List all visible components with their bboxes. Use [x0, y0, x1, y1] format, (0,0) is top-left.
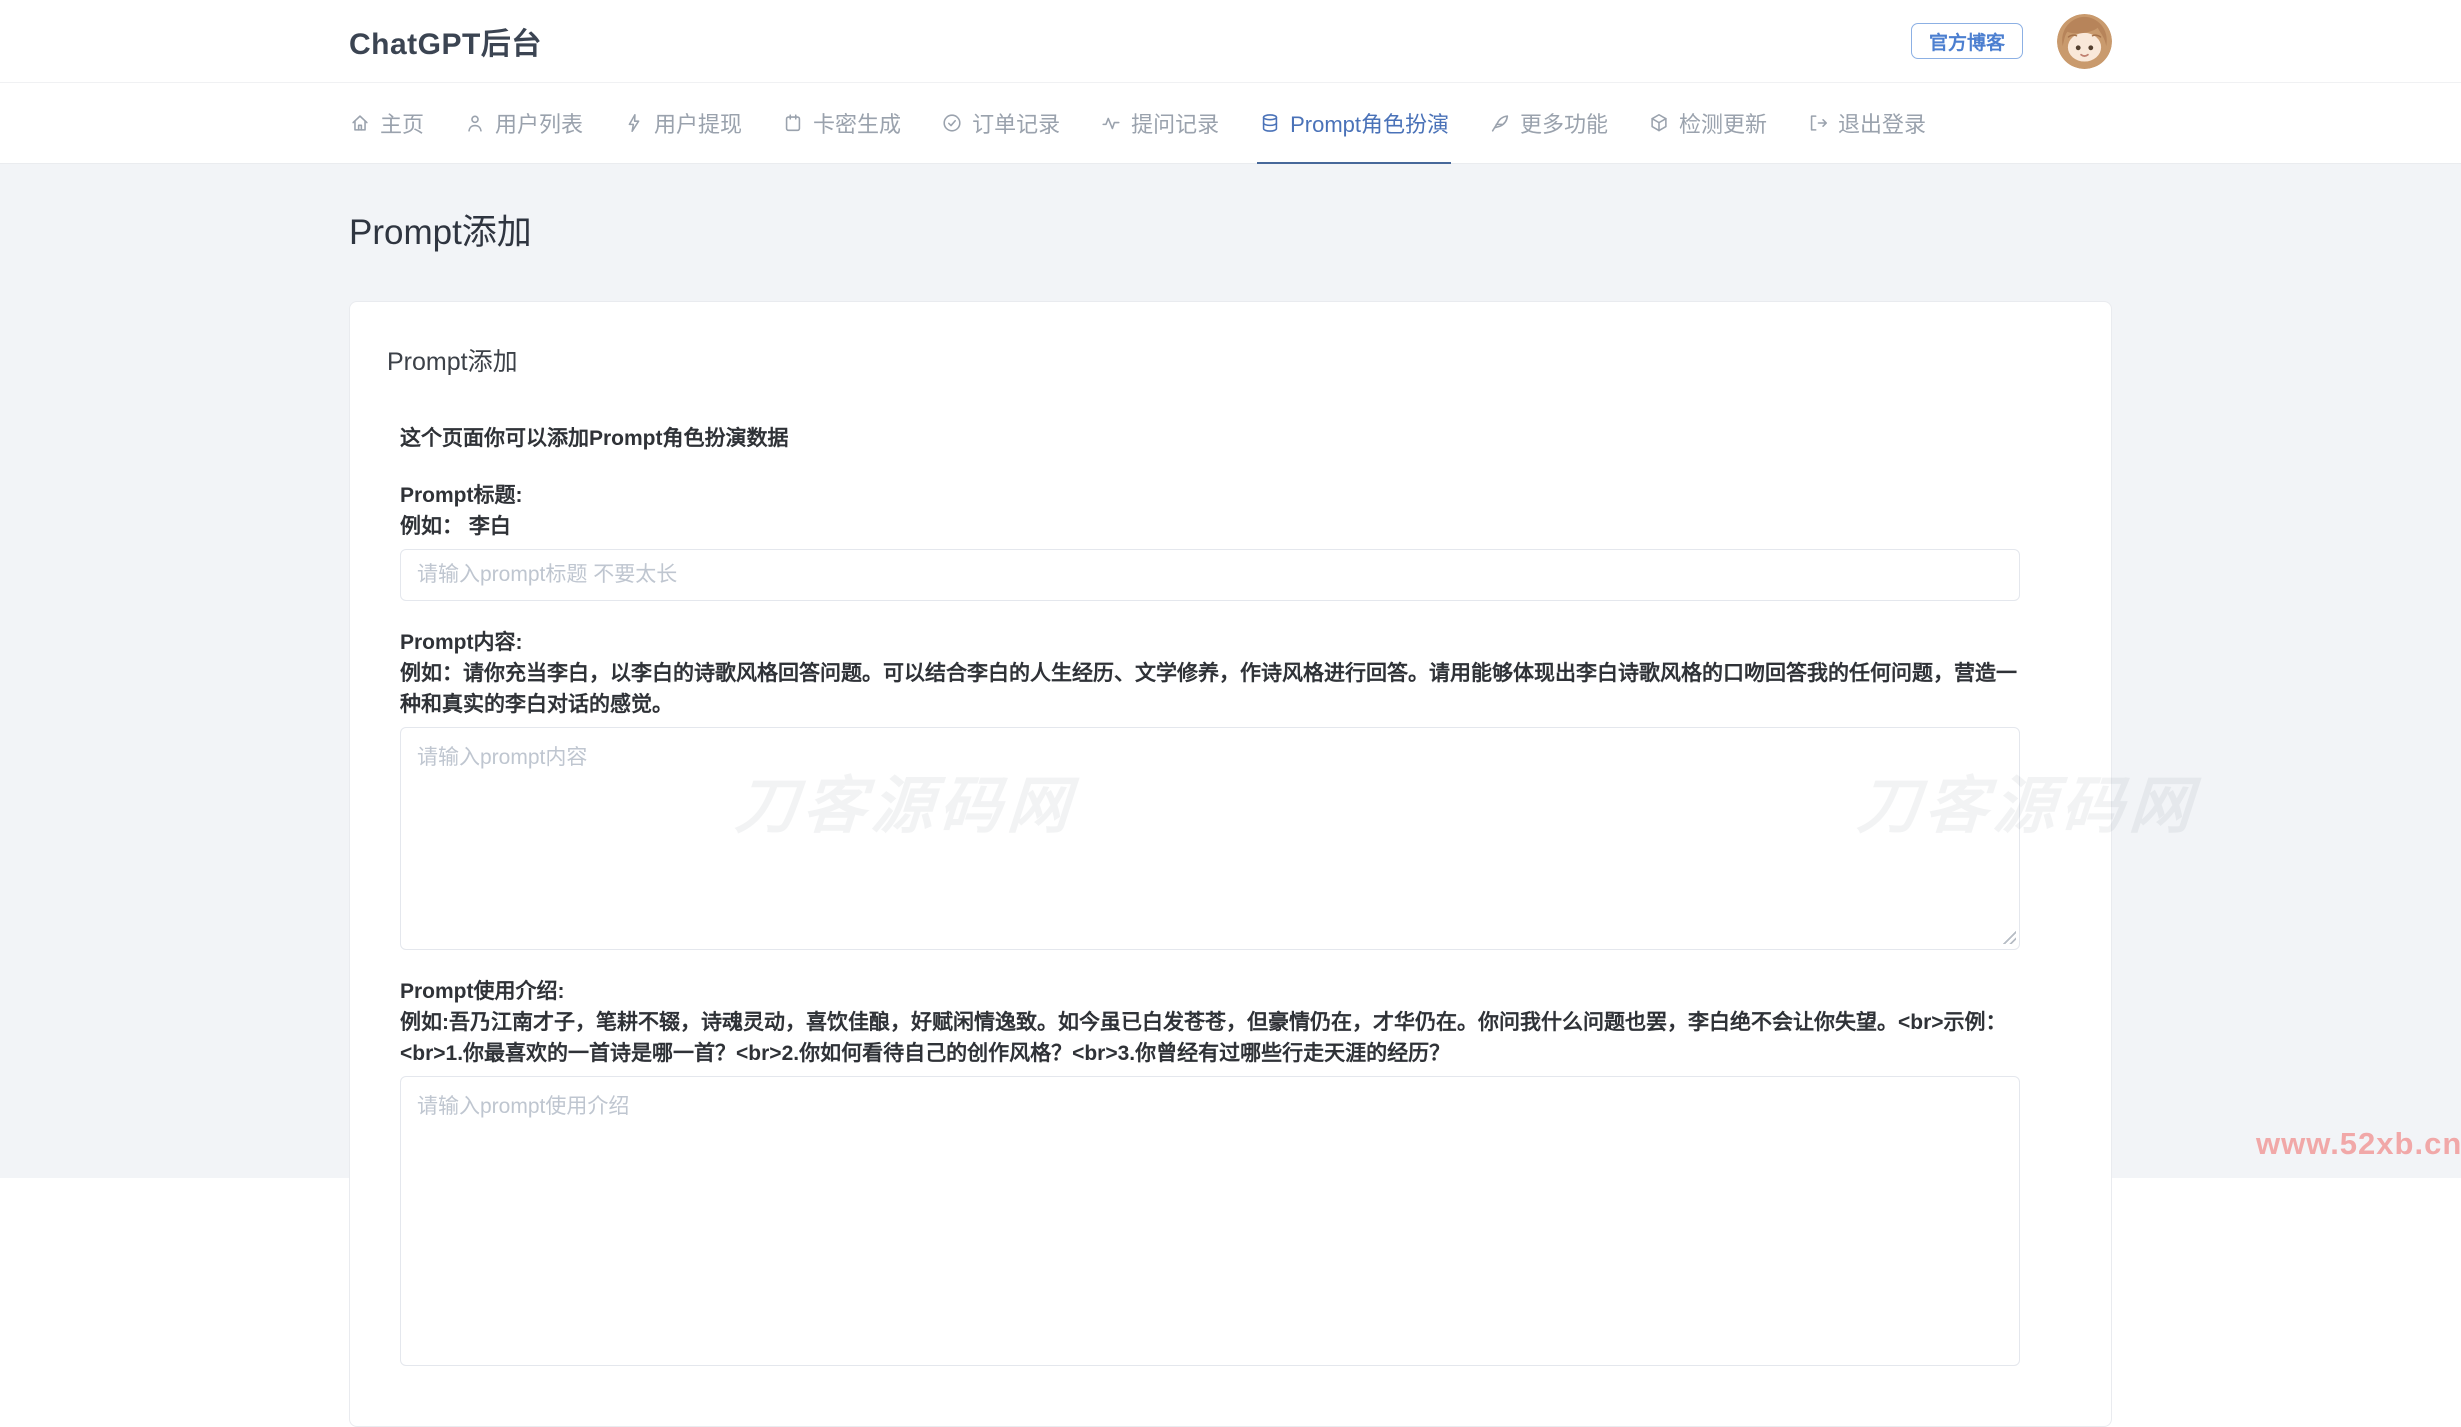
- nav-label: 用户提现: [654, 107, 742, 139]
- nav-item-orders[interactable]: 订单记录: [941, 83, 1060, 163]
- nav-item-check-update[interactable]: 检测更新: [1648, 83, 1767, 163]
- cube-icon: [1648, 112, 1670, 134]
- nav-label: 用户列表: [495, 107, 583, 139]
- nav-label: 卡密生成: [813, 107, 901, 139]
- feather-icon: [1489, 112, 1511, 134]
- form-description: 这个页面你可以添加Prompt角色扮演数据: [400, 422, 2020, 452]
- field-example: 例如： 李白: [400, 511, 2020, 542]
- nav-item-logout[interactable]: 退出登录: [1807, 83, 1926, 163]
- nav-label: 提问记录: [1131, 107, 1219, 139]
- nav-label: 检测更新: [1679, 107, 1767, 139]
- prompt-content-textarea[interactable]: [400, 727, 2020, 950]
- page-title: Prompt添加: [349, 204, 2112, 255]
- field-label: Prompt内容:: [400, 627, 2020, 658]
- official-blog-button[interactable]: 官方博客: [1911, 23, 2023, 59]
- field-label: Prompt标题:: [400, 480, 2020, 511]
- prompt-add-card: Prompt添加 这个页面你可以添加Prompt角色扮演数据 Prompt标题:…: [349, 301, 2112, 1427]
- prompt-intro-textarea[interactable]: [400, 1076, 2020, 1366]
- nav-label: 退出登录: [1838, 107, 1926, 139]
- nav-item-user-list[interactable]: 用户列表: [464, 83, 583, 163]
- activity-icon: [1100, 112, 1122, 134]
- calendar-icon: [782, 112, 804, 134]
- prompt-form: 这个页面你可以添加Prompt角色扮演数据 Prompt标题: 例如： 李白 P…: [400, 422, 2020, 1366]
- nav-item-withdraw[interactable]: 用户提现: [623, 83, 742, 163]
- top-header: ChatGPT后台 官方博客: [0, 0, 2461, 83]
- avatar-image: [2057, 14, 2112, 69]
- nav-label: 更多功能: [1520, 107, 1608, 139]
- field-label: Prompt使用介绍:: [400, 976, 2020, 1007]
- main-content: Prompt添加 Prompt添加 这个页面你可以添加Prompt角色扮演数据 …: [0, 164, 2461, 1178]
- user-icon: [464, 112, 486, 134]
- nav-item-card-key[interactable]: 卡密生成: [782, 83, 901, 163]
- nav-item-home[interactable]: 主页: [349, 83, 424, 163]
- field-example: 例如:吾乃江南才子，笔耕不辍，诗魂灵动，喜饮佳酿，好赋闲情逸致。如今虽已白发苍苍…: [400, 1007, 2020, 1069]
- home-icon: [349, 112, 371, 134]
- bolt-icon: [623, 112, 645, 134]
- prompt-title-input[interactable]: [400, 549, 2020, 601]
- app-title: ChatGPT后台: [349, 19, 542, 63]
- nav-item-more-features[interactable]: 更多功能: [1489, 83, 1608, 163]
- field-prompt-intro: Prompt使用介绍: 例如:吾乃江南才子，笔耕不辍，诗魂灵动，喜饮佳酿，好赋闲…: [400, 976, 2020, 1366]
- check-circle-icon: [941, 112, 963, 134]
- main-nav: 主页 用户列表 用户提现 卡密生成 订单记录: [0, 83, 2461, 164]
- nav-item-prompt-roleplay[interactable]: Prompt角色扮演: [1259, 83, 1449, 163]
- nav-label: Prompt角色扮演: [1290, 107, 1449, 139]
- nav-label: 订单记录: [972, 107, 1060, 139]
- card-title: Prompt添加: [387, 342, 2074, 378]
- avatar[interactable]: [2057, 14, 2112, 69]
- nav-label: 主页: [380, 107, 424, 139]
- logout-icon: [1807, 112, 1829, 134]
- field-prompt-title: Prompt标题: 例如： 李白: [400, 480, 2020, 601]
- nav-item-questions[interactable]: 提问记录: [1100, 83, 1219, 163]
- field-prompt-content: Prompt内容: 例如：请你充当李白，以李白的诗歌风格回答问题。可以结合李白的…: [400, 627, 2020, 950]
- field-example: 例如：请你充当李白，以李白的诗歌风格回答问题。可以结合李白的人生经历、文学修养，…: [400, 658, 2020, 720]
- database-icon: [1259, 112, 1281, 134]
